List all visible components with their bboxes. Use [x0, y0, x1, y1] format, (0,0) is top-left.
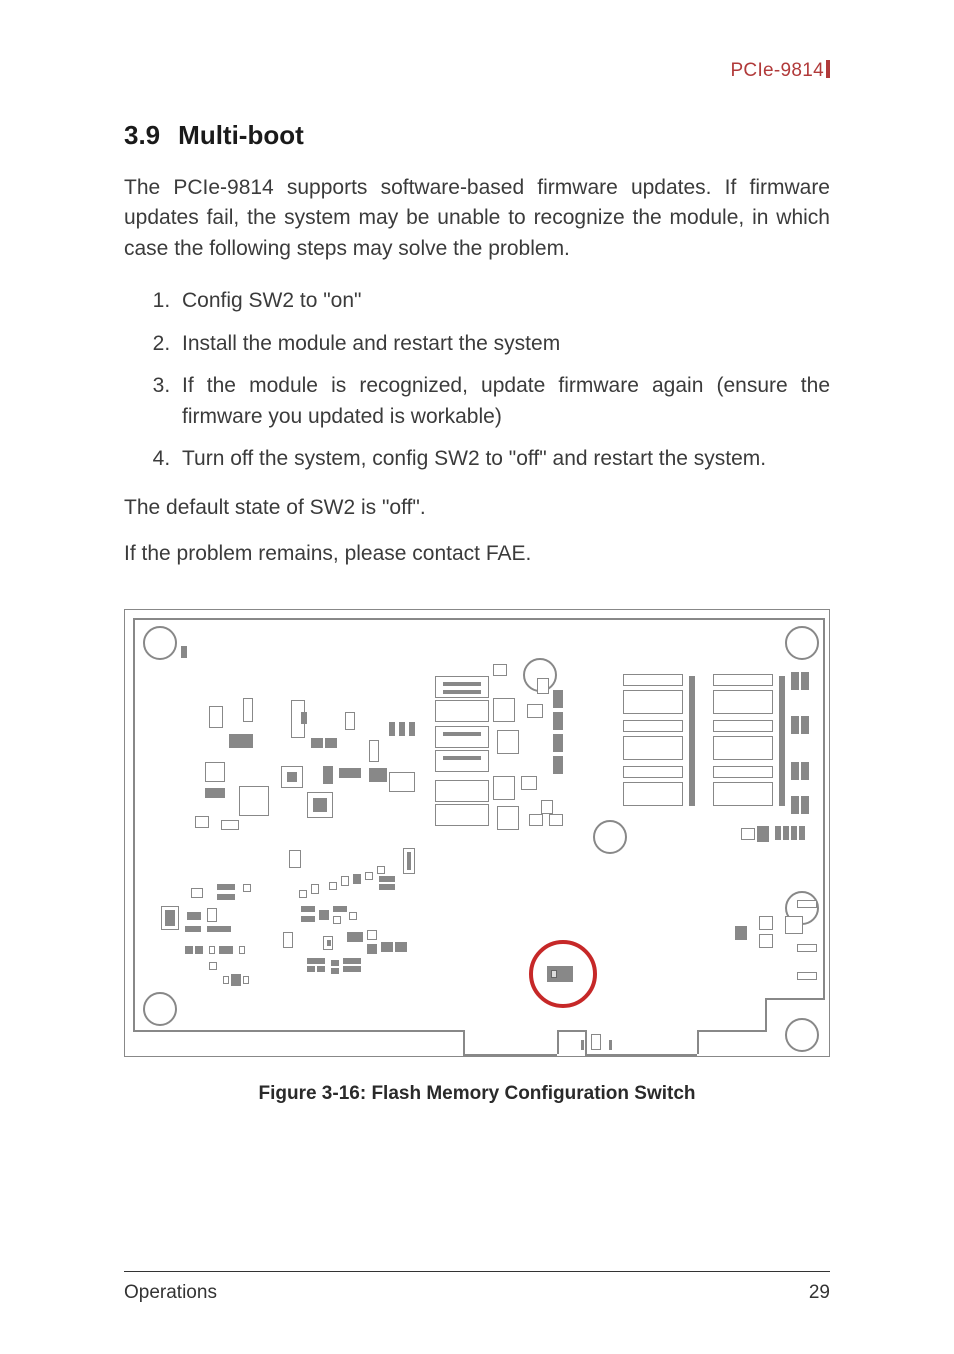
- section-heading: 3.9 Multi-boot: [124, 120, 830, 151]
- pcb-outline: [131, 616, 823, 1050]
- intro-paragraph: The PCIe-9814 supports software-based fi…: [124, 173, 830, 264]
- footer-chapter: Operations: [124, 1282, 217, 1304]
- header-bar-icon: [826, 60, 830, 78]
- section-number: 3.9: [124, 120, 160, 151]
- footer-page-number: 29: [809, 1282, 830, 1304]
- step-item: Install the module and restart the syste…: [176, 329, 830, 359]
- default-state-paragraph: The default state of SW2 is "off".: [124, 493, 830, 523]
- step-item: If the module is recognized, update firm…: [176, 371, 830, 432]
- page: PCIe-9814 3.9 Multi-boot The PCIe-9814 s…: [0, 0, 954, 1354]
- mounting-hole-icon: [143, 626, 177, 660]
- mounting-hole-icon: [143, 992, 177, 1026]
- callout-circle-icon: [529, 940, 597, 1008]
- figure-caption: Figure 3-16: Flash Memory Configuration …: [124, 1083, 830, 1105]
- mounting-hole-icon: [785, 1018, 819, 1052]
- contact-paragraph: If the problem remains, please contact F…: [124, 539, 830, 569]
- footer: Operations 29: [124, 1271, 830, 1304]
- header-product: PCIe-9814: [730, 60, 830, 82]
- steps-list: Config SW2 to "on" Install the module an…: [176, 286, 830, 474]
- header-product-text: PCIe-9814: [730, 60, 824, 81]
- mounting-hole-icon: [785, 626, 819, 660]
- step-item: Turn off the system, config SW2 to "off"…: [176, 444, 830, 474]
- mounting-hole-icon: [593, 820, 627, 854]
- section-title: Multi-boot: [178, 120, 304, 151]
- figure-pcb-diagram: [124, 609, 830, 1057]
- step-item: Config SW2 to "on": [176, 286, 830, 316]
